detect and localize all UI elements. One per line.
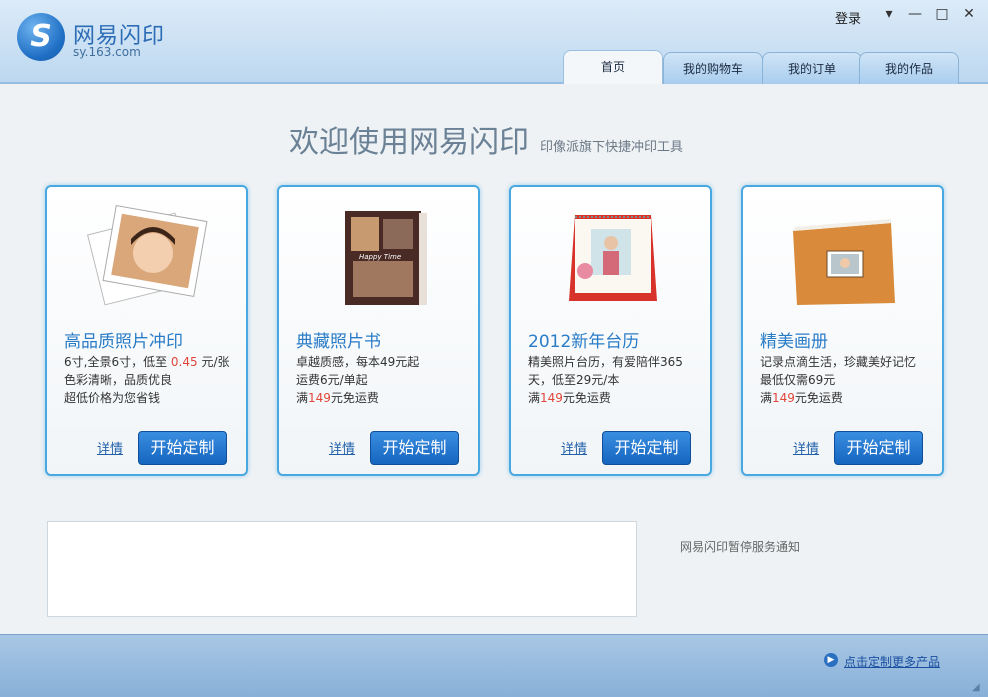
detail-link[interactable]: 详情 [561,438,587,457]
welcome-subtitle: 印像派旗下快捷冲印工具 [540,140,684,155]
start-custom-button[interactable]: 开始定制 [602,431,691,465]
app-logo-icon: S [17,13,65,61]
tab-orders[interactable]: 我的订单 [762,52,862,84]
card-description: 记录点滴生活，珍藏美好记忆 最低仅需69元 满149元免运费 [760,355,917,405]
brand-url: sy.163.com [73,45,141,59]
product-card-album: 精美画册 记录点滴生活，珍藏美好记忆 最低仅需69元 满149元免运费 详情 开… [741,185,944,476]
main-content: 欢迎使用网易闪印 印像派旗下快捷冲印工具 高品质照片冲印 6寸,全景6寸，低至 … [0,84,988,634]
card-description: 6寸,全景6寸，低至 0.45 元/张 色彩清晰，品质优良 超低价格为您省钱 [64,355,230,405]
start-custom-button[interactable]: 开始定制 [370,431,459,465]
card-title: 高品质照片冲印 [64,332,183,352]
maximize-icon[interactable]: □ [932,4,952,24]
product-card-photo-book: Happy Time 典藏照片书 卓越质感，每本49元起 运费6元/单起 满14… [277,185,480,476]
card-title: 典藏照片书 [296,332,381,352]
photo-print-image [87,205,208,306]
welcome-title: 欢迎使用网易闪印 [289,125,529,160]
svg-text:Happy Time: Happy Time [359,253,401,261]
close-icon[interactable]: ✕ [959,4,979,24]
tab-home[interactable]: 首页 [563,50,663,86]
notice-panel [47,521,637,617]
login-link[interactable]: 登录 [835,8,861,27]
product-card-calendar: 2012新年台历 精美照片台历，有爱陪伴365 天，低至29元/本 满149元免… [509,185,712,476]
notice-link[interactable]: 网易闪印暂停服务通知 [680,538,800,555]
card-description: 精美照片台历，有爱陪伴365 天，低至29元/本 满149元免运费 [528,355,683,405]
card-title: 精美画册 [760,332,828,352]
product-card-photo-print: 高品质照片冲印 6寸,全景6寸，低至 0.45 元/张 色彩清晰，品质优良 超低… [45,185,248,476]
more-products-link[interactable]: 点击定制更多产品 [844,653,940,670]
start-custom-button[interactable]: 开始定制 [138,431,227,465]
resize-grip-icon[interactable]: ◢ [972,682,984,694]
dropdown-icon[interactable]: ▾ [879,4,899,24]
card-title: 2012新年台历 [528,332,640,352]
tab-cart[interactable]: 我的购物车 [663,52,763,84]
detail-link[interactable]: 详情 [97,438,123,457]
photo-book-image: Happy Time [345,211,427,305]
footer-bar: ▶ 点击定制更多产品 ◢ [0,634,988,697]
title-bar: S 网易闪印 sy.163.com 登录 ▾ — □ ✕ 首页 我的购物车 我的… [0,0,988,86]
tab-works[interactable]: 我的作品 [859,52,959,84]
calendar-image [569,215,657,301]
detail-link[interactable]: 详情 [329,438,355,457]
album-image [793,219,895,305]
minimize-icon[interactable]: — [905,4,925,24]
detail-link[interactable]: 详情 [793,438,819,457]
arrow-right-icon[interactable]: ▶ [824,653,838,667]
start-custom-button[interactable]: 开始定制 [834,431,923,465]
card-description: 卓越质感，每本49元起 运费6元/单起 满149元免运费 [296,355,420,405]
